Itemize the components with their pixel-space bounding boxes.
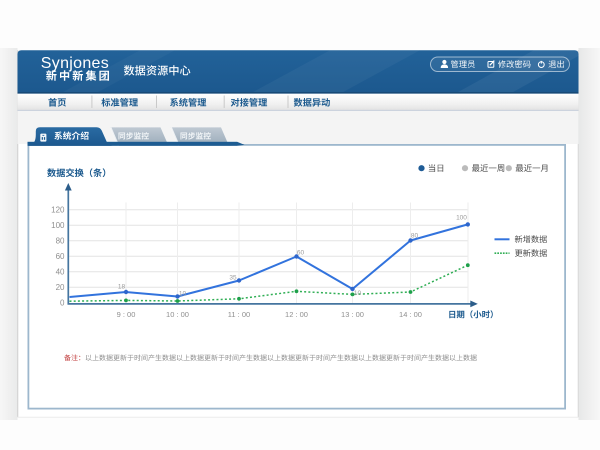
svg-text:60: 60 [56, 252, 65, 261]
svg-text:10: 10 [354, 290, 362, 297]
svg-text:0: 0 [60, 298, 65, 307]
svg-text:100: 100 [51, 221, 65, 230]
svg-text:35: 35 [229, 275, 237, 282]
svg-text:Synjones: Synjones [41, 55, 109, 72]
svg-text:14 : 00: 14 : 00 [399, 310, 422, 319]
svg-text:120: 120 [51, 205, 65, 214]
svg-text:60: 60 [297, 250, 305, 257]
svg-text:80: 80 [56, 236, 65, 245]
svg-text:40: 40 [56, 267, 65, 276]
svg-text:11 : 00: 11 : 00 [228, 310, 250, 319]
svg-text:80: 80 [411, 232, 419, 239]
svg-text:12 : 00: 12 : 00 [285, 310, 308, 319]
svg-text:10 : 00: 10 : 00 [166, 310, 189, 319]
svg-text:9 : 00: 9 : 00 [117, 310, 136, 319]
svg-text:10: 10 [179, 290, 187, 297]
svg-text:100: 100 [456, 215, 467, 222]
svg-text:20: 20 [56, 283, 65, 292]
svg-text:13 : 00: 13 : 00 [341, 310, 364, 319]
svg-text:18: 18 [118, 284, 126, 291]
